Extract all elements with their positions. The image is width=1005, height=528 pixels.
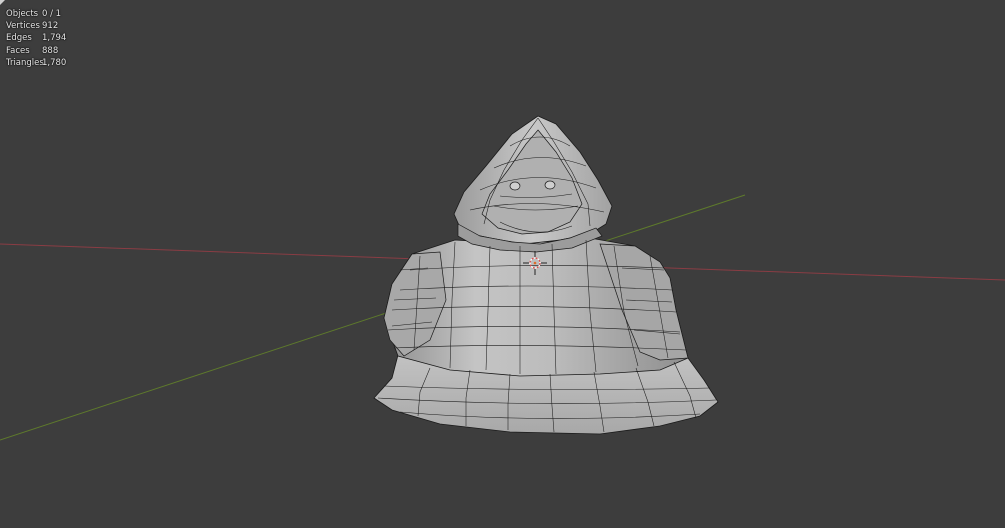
stat-value: 1,780 [42,57,67,68]
stat-row-objects: Objects 0 / 1 [6,8,66,20]
stat-value: 888 [42,45,59,56]
mesh-left-eye [509,181,521,191]
stat-row-faces: Faces 888 [6,45,66,57]
viewport-corner-icon[interactable] [0,0,6,6]
stat-row-vertices: Vertices 912 [6,20,66,32]
stat-label: Triangles [6,57,44,68]
stat-value: 1,794 [42,33,67,44]
stat-label: Faces [6,45,30,56]
stat-label: Edges [6,33,32,44]
mesh-right-eye [544,180,556,190]
hooded-figure-mesh[interactable] [373,115,719,435]
stat-row-triangles: Triangles 1,780 [6,57,66,69]
statistics-overlay: Objects 0 / 1 Vertices 912 Edges 1,794 F… [6,8,66,69]
scene-canvas[interactable] [0,0,1005,528]
3d-viewport[interactable]: Objects 0 / 1 Vertices 912 Edges 1,794 F… [0,0,1005,528]
stat-value: 0 / 1 [42,9,62,19]
stat-value: 912 [42,21,59,32]
stat-row-edges: Edges 1,794 [6,32,66,44]
stat-label: Objects [6,9,39,19]
stat-label: Vertices [6,21,40,32]
